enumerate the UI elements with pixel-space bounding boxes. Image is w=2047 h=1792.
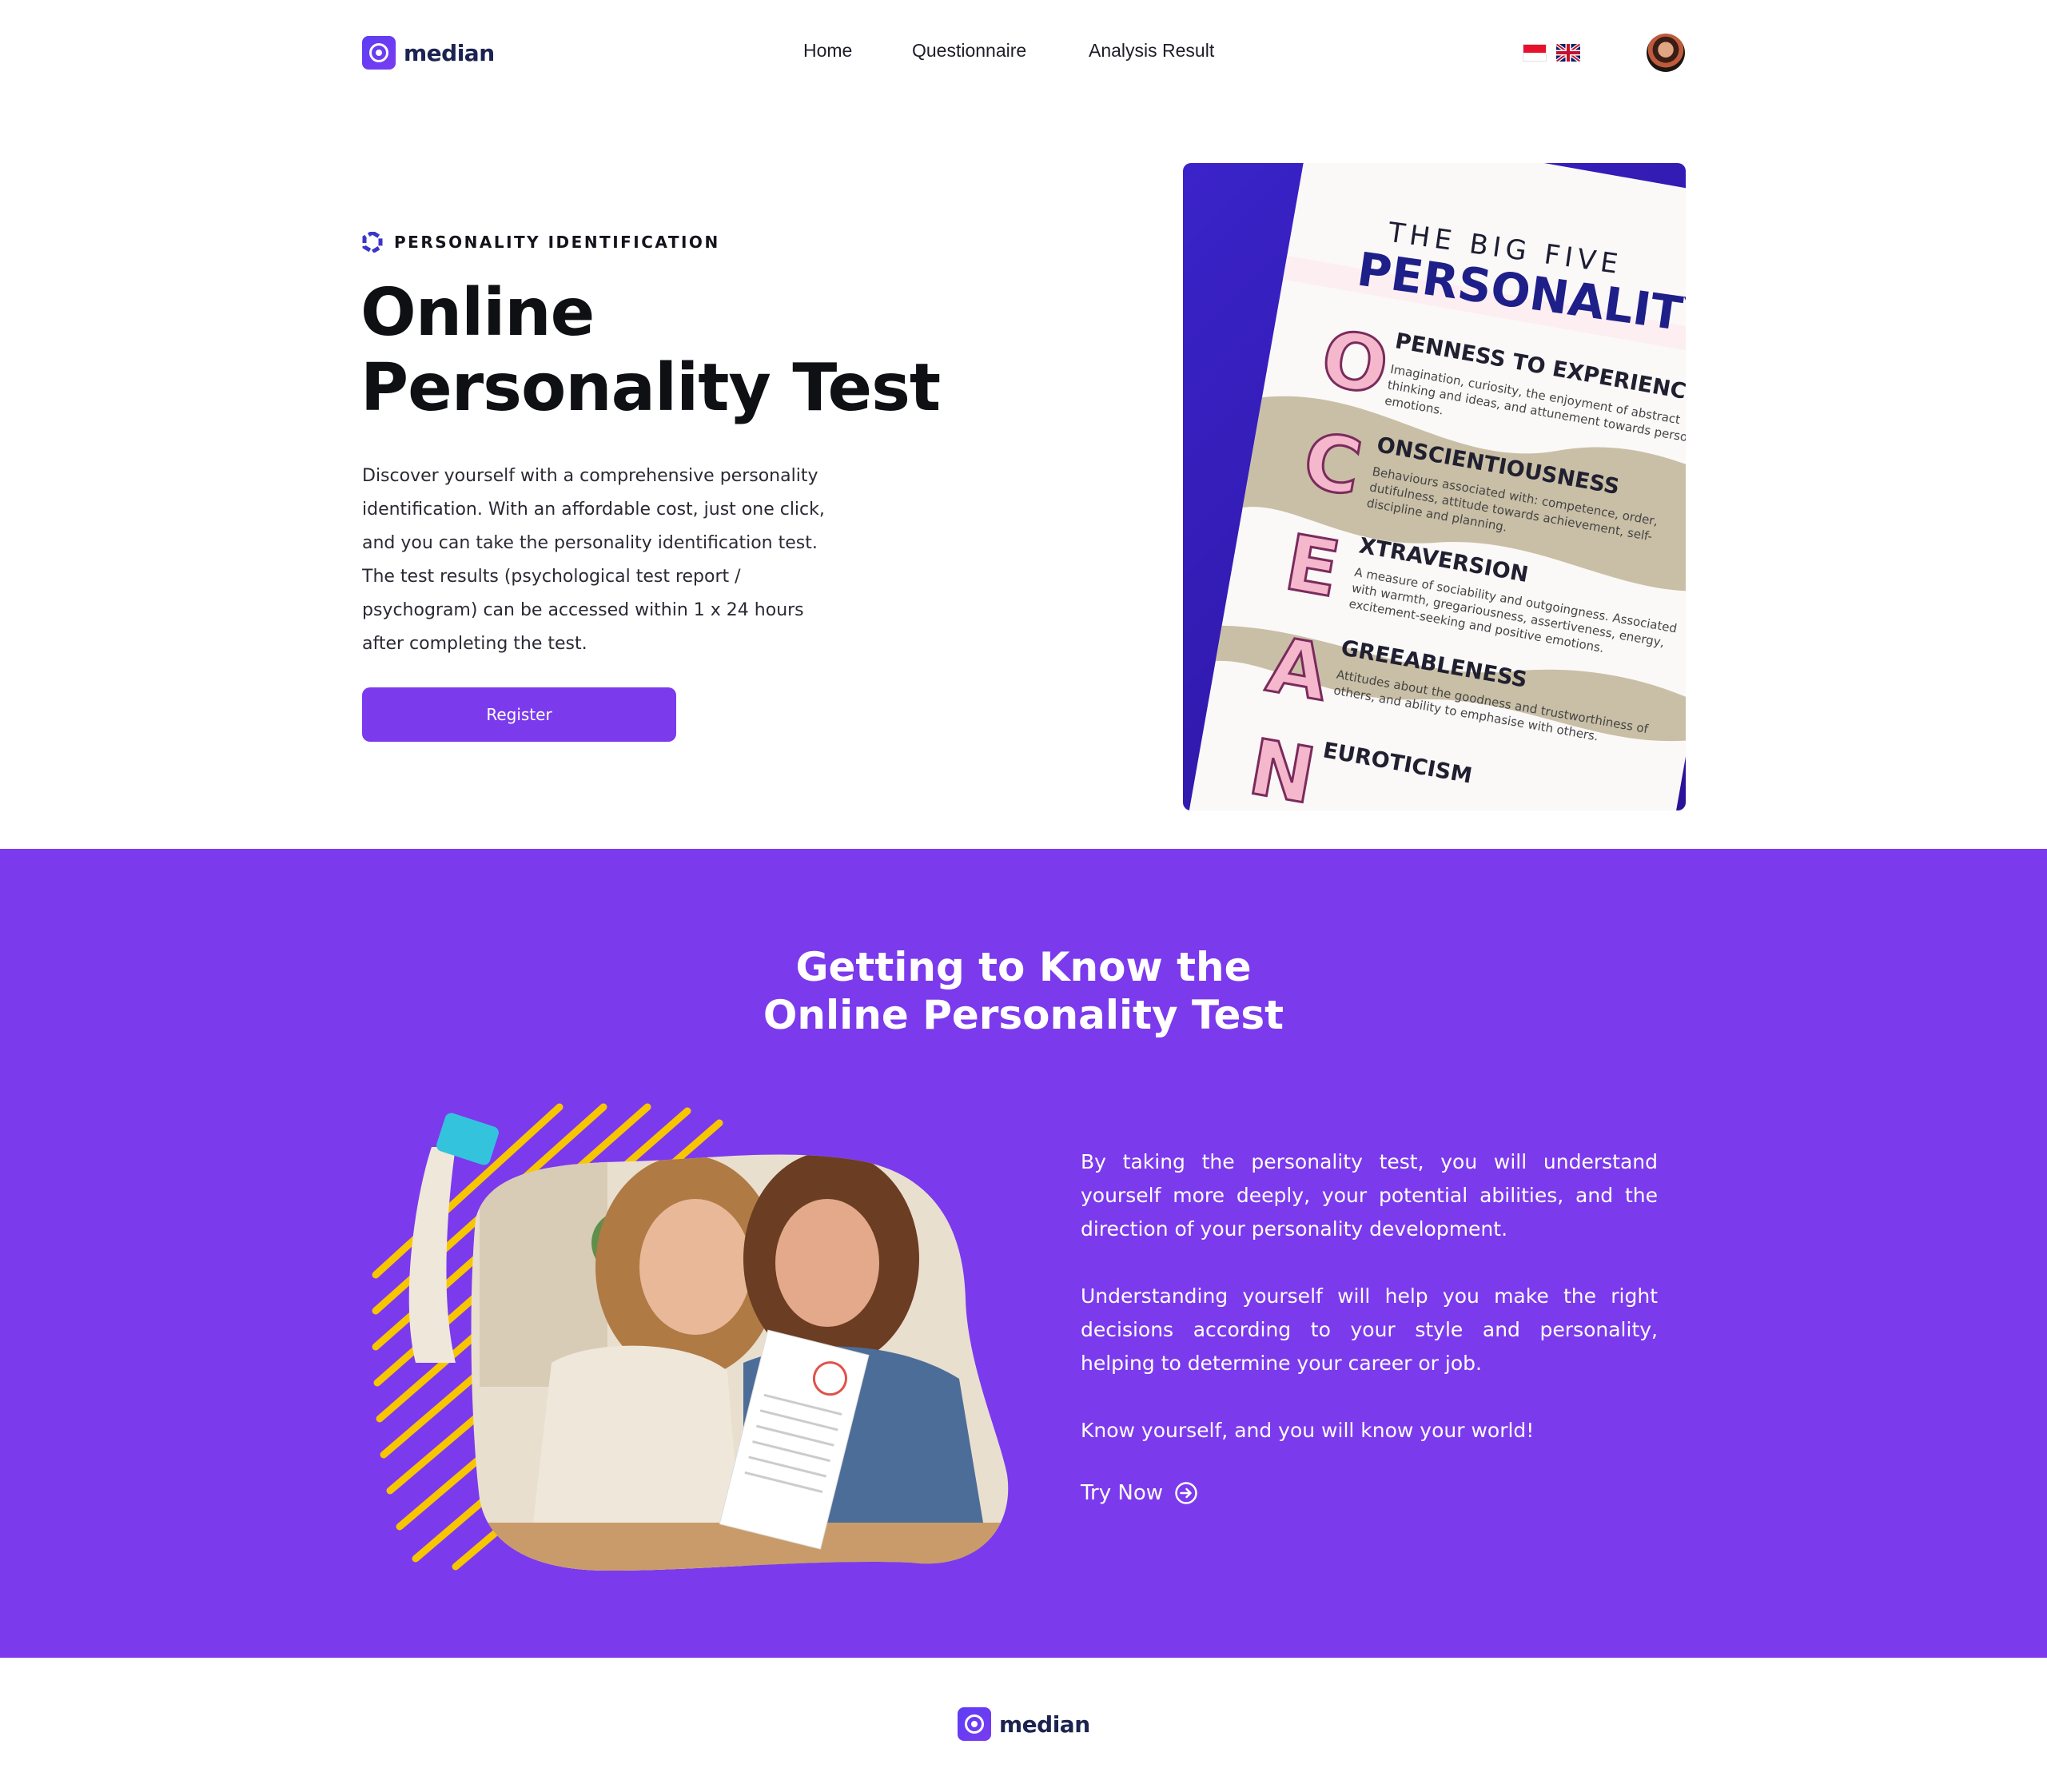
logo-icon (362, 36, 396, 70)
about-paragraph-3: Know yourself, and you will know your wo… (1081, 1419, 1535, 1442)
hero-eyebrow-text: PERSONALITY IDENTIFICATION (394, 233, 720, 252)
nav-analysis-result-link[interactable]: Analysis Result (1089, 40, 1214, 62)
brand-shape-icon (362, 232, 383, 253)
brand-name: median (404, 39, 495, 66)
footer-brand-name: median (999, 1710, 1090, 1738)
nav-questionnaire-link[interactable]: Questionnaire (912, 40, 1026, 62)
footer-logo[interactable]: median (958, 1707, 1090, 1741)
uk-flag-icon[interactable] (1556, 44, 1580, 62)
arrow-right-circle-icon (1175, 1482, 1197, 1504)
hero-title: Online Personality Test (360, 276, 968, 426)
indonesia-flag-icon[interactable] (1523, 44, 1547, 62)
about-paragraph-2: Understanding yourself will help you mak… (1081, 1284, 1658, 1375)
logo-icon (958, 1707, 991, 1741)
try-now-link[interactable]: Try Now (1081, 1481, 1198, 1505)
hero-title-line-2: Personality Test (360, 350, 941, 426)
about-paragraph-1: By taking the personality test, you will… (1081, 1150, 1658, 1240)
top-nav: median Home Questionnaire Analysis Resul… (0, 0, 2047, 107)
about-title-line-1: Getting to Know the (795, 944, 1252, 990)
brand-logo[interactable]: median (362, 36, 495, 70)
hero-title-line-1: Online (360, 275, 595, 351)
about-copy: By taking the personality test, you will… (1081, 1145, 1658, 1481)
big-five-poster-image: THE BIG FIVE PERSONALITY O PENNESS TO EX… (1183, 163, 1686, 810)
hero-eyebrow: PERSONALITY IDENTIFICATION (362, 232, 720, 253)
register-button[interactable]: Register (362, 687, 676, 742)
try-now-label: Try Now (1081, 1481, 1164, 1505)
nav-home-link[interactable]: Home (803, 40, 852, 62)
user-avatar[interactable] (1647, 34, 1685, 72)
students-photo-image (368, 1099, 1031, 1571)
hero-description: Discover yourself with a comprehensive p… (362, 466, 825, 654)
about-title-line-2: Online Personality Test (763, 992, 1284, 1038)
about-title: Getting to Know the Online Personality T… (0, 943, 2047, 1039)
